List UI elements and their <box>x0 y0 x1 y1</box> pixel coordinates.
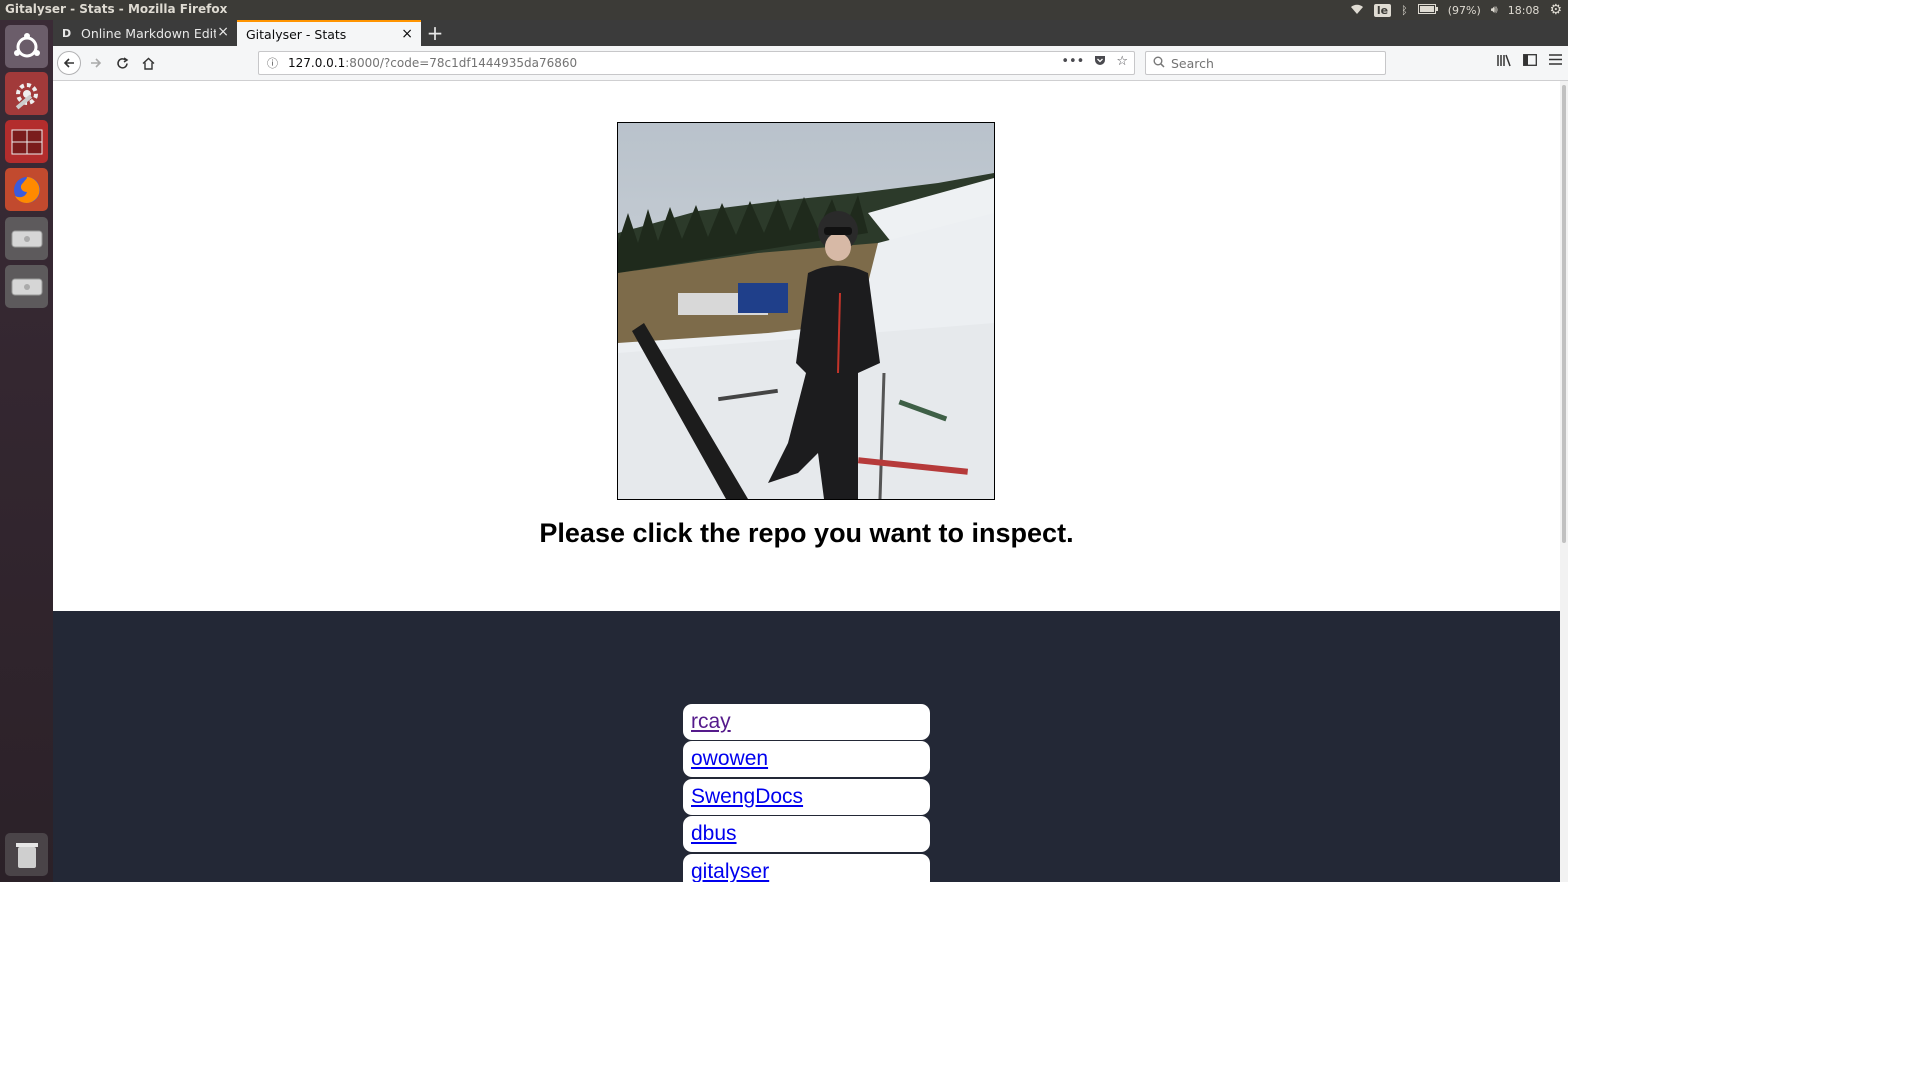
system-top-bar: Gitalyser - Stats - Mozilla Firefox le ᛒ… <box>0 0 1568 20</box>
clock[interactable]: 18:08 <box>1508 4 1540 17</box>
page-actions-icon[interactable]: ••• <box>1061 54 1084 70</box>
gear-icon[interactable]: ⚙ <box>1549 2 1562 18</box>
ubuntu-logo-icon[interactable] <box>5 25 48 68</box>
wifi-icon[interactable] <box>1350 3 1364 18</box>
navigation-toolbar: ⓘ 127.0.0.1 :8000/?code=78c1df1444935da7… <box>53 46 1568 81</box>
tab-label: Online Markdown Editor <box>81 25 216 41</box>
repo-item[interactable]: SwengDocs <box>683 779 930 815</box>
repo-item[interactable]: gitalyser <box>683 854 930 882</box>
tab-online-markdown-editor[interactable]: D Online Markdown Editor × <box>53 20 237 46</box>
tab-gitalyser-stats[interactable]: Gitalyser - Stats × <box>237 20 421 46</box>
tab-favicon: D <box>62 26 72 40</box>
hamburger-menu-icon[interactable] <box>1549 54 1562 71</box>
reload-button[interactable] <box>110 51 134 75</box>
url-bar[interactable]: ⓘ 127.0.0.1 :8000/?code=78c1df1444935da7… <box>258 51 1135 75</box>
url-path: :8000/?code=78c1df1444935da76860 <box>345 56 578 70</box>
repo-link-swengdocs[interactable]: SwengDocs <box>691 785 803 808</box>
page-content: Please click the repo you want to inspec… <box>53 81 1560 882</box>
new-tab-icon[interactable]: + <box>425 21 445 45</box>
launcher <box>0 20 53 882</box>
keyboard-layout-indicator[interactable]: le <box>1373 3 1392 17</box>
system-tray: le ᛒ (97%) 🔊︎ 18:08 ⚙ <box>1350 0 1568 20</box>
toolbar-right <box>1497 54 1562 71</box>
scrollbar-thumb[interactable] <box>1562 85 1566 543</box>
repo-item[interactable]: rcay <box>683 704 930 740</box>
sidebar-icon[interactable] <box>1523 54 1537 71</box>
drive-icon[interactable] <box>5 217 48 260</box>
library-icon[interactable] <box>1497 54 1511 71</box>
search-bar[interactable]: Search <box>1145 51 1386 75</box>
pocket-icon[interactable] <box>1094 54 1106 70</box>
repo-link-dbus[interactable]: dbus <box>691 822 737 845</box>
firefox-icon[interactable] <box>5 168 48 211</box>
profile-photo <box>617 122 995 500</box>
window-title: Gitalyser - Stats - Mozilla Firefox <box>5 2 228 16</box>
volume-icon[interactable]: 🔊︎ <box>1491 3 1498 17</box>
url-actions: ••• ☆ <box>1061 54 1128 70</box>
tab-label: Gitalyser - Stats <box>246 26 347 42</box>
system-settings-icon[interactable] <box>5 72 48 115</box>
home-button[interactable] <box>136 51 160 75</box>
battery-percent: (97%) <box>1447 3 1481 17</box>
bluetooth-icon[interactable]: ᛒ <box>1401 4 1408 17</box>
search-placeholder: Search <box>1171 55 1214 71</box>
drive-icon[interactable] <box>5 265 48 308</box>
bookmark-star-icon[interactable]: ☆ <box>1116 54 1128 70</box>
skier-photo-image <box>618 123 994 499</box>
workspace-switcher-icon[interactable] <box>5 120 48 163</box>
page-heading: Please click the repo you want to inspec… <box>539 518 1074 548</box>
repo-item[interactable]: dbus <box>683 816 930 852</box>
search-icon <box>1153 56 1165 71</box>
browser-tab-bar: D Online Markdown Editor × Gitalyser - S… <box>53 20 1568 46</box>
close-icon[interactable]: × <box>217 24 229 40</box>
repo-link-owowen[interactable]: owowen <box>691 747 768 770</box>
repo-item[interactable]: owowen <box>683 741 930 777</box>
repo-link-rcay[interactable]: rcay <box>691 710 731 733</box>
trash-icon[interactable] <box>5 833 48 876</box>
battery-icon[interactable] <box>1417 3 1438 17</box>
page-scrollbar[interactable] <box>1560 81 1568 882</box>
site-info-icon[interactable]: ⓘ <box>267 55 278 71</box>
url-host: 127.0.0.1 <box>288 56 346 70</box>
repo-list-section: rcay owowen SwengDocs dbus gitalyser <box>53 611 1560 882</box>
close-icon[interactable]: × <box>401 26 413 42</box>
back-button[interactable] <box>57 51 81 75</box>
forward-button[interactable] <box>84 51 108 75</box>
repo-link-gitalyser[interactable]: gitalyser <box>691 860 769 882</box>
